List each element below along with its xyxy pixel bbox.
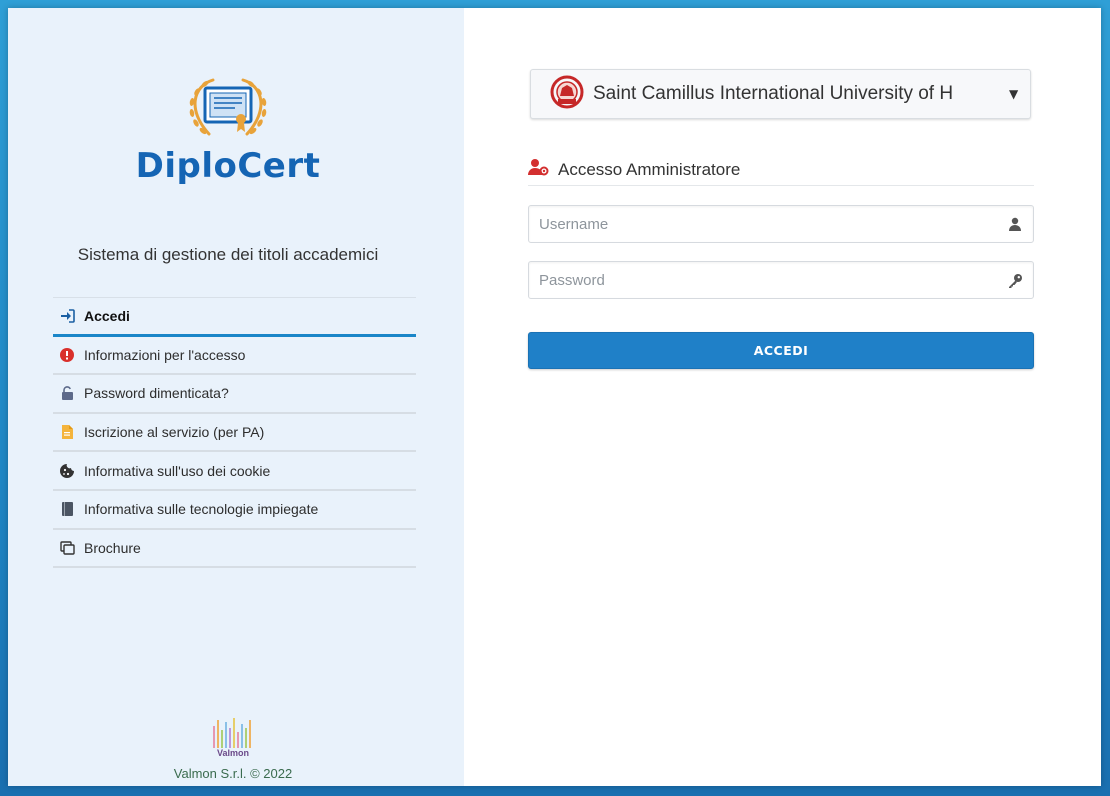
document-icon bbox=[59, 424, 75, 440]
valmon-logo: Valmon bbox=[213, 718, 251, 758]
unlock-icon bbox=[59, 385, 75, 401]
app-window: DiploCert Sistema di gestione dei titoli… bbox=[8, 8, 1101, 786]
menu-item-brochure[interactable]: Brochure bbox=[53, 530, 416, 569]
menu-label: Brochure bbox=[84, 539, 141, 556]
brand-name: DiploCert bbox=[135, 146, 321, 186]
diplocert-logo: DiploCert bbox=[128, 72, 328, 197]
username-field bbox=[528, 205, 1034, 243]
side-menu: Accedi Informazioni per l'accesso Passwo… bbox=[53, 297, 416, 569]
cookie-icon bbox=[59, 463, 75, 479]
user-cog-icon bbox=[528, 158, 550, 181]
diploma-laurel-icon bbox=[189, 78, 267, 136]
menu-label: Informativa sull'uso dei cookie bbox=[84, 462, 271, 479]
copyright-text: Valmon S.r.l. © 2022 bbox=[173, 766, 293, 781]
key-icon bbox=[1007, 272, 1023, 288]
menu-item-cookie[interactable]: Informativa sull'uso dei cookie bbox=[53, 452, 416, 491]
sign-in-icon bbox=[59, 308, 75, 324]
university-seal-icon bbox=[549, 75, 585, 113]
menu-label: Accedi bbox=[84, 307, 130, 324]
copy-icon bbox=[59, 540, 75, 556]
menu-item-iscrizione[interactable]: Iscrizione al servizio (per PA) bbox=[53, 414, 416, 453]
section-title: Accesso Amministratore bbox=[528, 154, 1034, 186]
menu-label: Password dimenticata? bbox=[84, 385, 229, 402]
login-button[interactable]: ACCEDI bbox=[528, 332, 1034, 369]
menu-item-info-accesso[interactable]: Informazioni per l'accesso bbox=[53, 337, 416, 376]
user-icon bbox=[1007, 216, 1023, 232]
footer: Valmon Valmon S.r.l. © 2022 bbox=[158, 716, 308, 781]
password-field bbox=[528, 261, 1034, 299]
caret-down-icon: ▼ bbox=[1009, 87, 1019, 101]
info-icon bbox=[59, 347, 75, 363]
password-input[interactable] bbox=[539, 271, 1007, 289]
menu-item-tecnologie[interactable]: Informativa sulle tecnologie impiegate bbox=[53, 491, 416, 530]
menu-label: Informativa sulle tecnologie impiegate bbox=[84, 501, 319, 518]
menu-item-accedi[interactable]: Accedi bbox=[53, 298, 416, 337]
university-selector[interactable]: Saint Camillus International University … bbox=[530, 69, 1031, 119]
username-input[interactable] bbox=[539, 215, 1007, 233]
left-panel: DiploCert Sistema di gestione dei titoli… bbox=[8, 8, 464, 786]
section-title-text: Accesso Amministratore bbox=[558, 159, 741, 179]
right-panel: Saint Camillus International University … bbox=[464, 8, 1101, 786]
menu-label: Informazioni per l'accesso bbox=[84, 346, 246, 363]
university-selected-value: Saint Camillus International University … bbox=[593, 83, 954, 104]
menu-label: Iscrizione al servizio (per PA) bbox=[84, 424, 265, 441]
valmon-logo-text: Valmon bbox=[217, 748, 249, 758]
menu-item-password-dimenticata[interactable]: Password dimenticata? bbox=[53, 375, 416, 414]
app-subtitle: Sistema di gestione dei titoli accademic… bbox=[77, 245, 379, 264]
book-icon bbox=[59, 501, 75, 517]
